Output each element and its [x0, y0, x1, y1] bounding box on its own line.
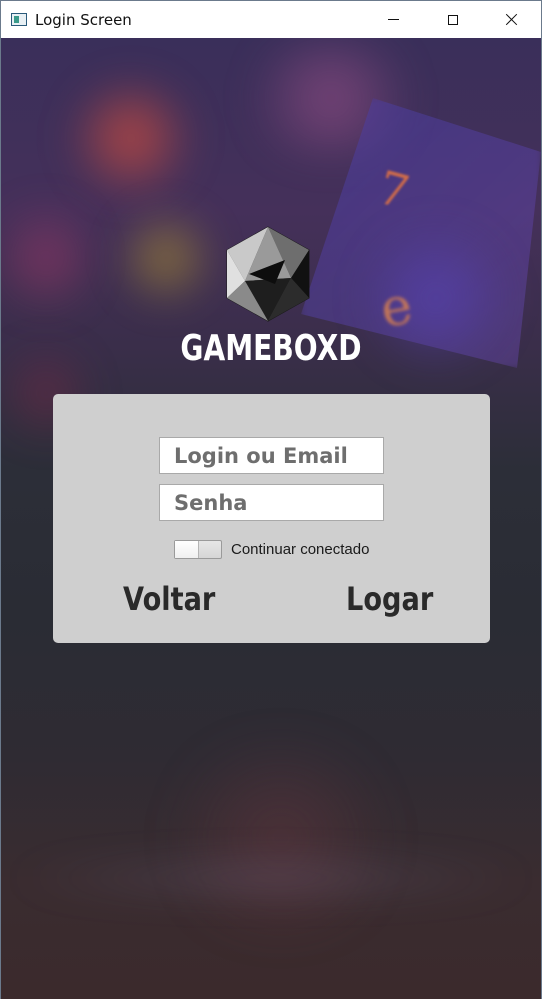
title-bar[interactable]: Login Screen	[1, 1, 541, 38]
remember-me-row: Continuar conectado	[174, 540, 369, 559]
close-icon	[505, 13, 518, 26]
minimize-icon	[388, 19, 399, 20]
login-screen: 7 e GAMEBOXD Continuar conectado	[1, 38, 541, 999]
password-input[interactable]	[159, 484, 384, 521]
app-window-icon	[11, 13, 27, 26]
back-button[interactable]: Voltar	[123, 580, 215, 618]
login-button[interactable]: Logar	[346, 580, 433, 618]
close-button[interactable]	[482, 1, 541, 38]
minimize-button[interactable]	[364, 1, 423, 38]
remember-me-toggle[interactable]	[174, 540, 222, 559]
d20-dice-icon	[226, 226, 310, 322]
maximize-icon	[447, 14, 458, 25]
brand-title: GAMEBOXD	[180, 328, 362, 369]
window-controls	[364, 1, 541, 38]
maximize-button[interactable]	[423, 1, 482, 38]
app-window: Login Screen 7 e GAMEBOXD Login ou Email…	[0, 0, 542, 999]
window-title: Login Screen	[35, 10, 132, 29]
toggle-knob	[175, 541, 199, 558]
remember-me-label[interactable]: Continuar conectado	[231, 541, 369, 558]
login-panel: Continuar conectado Voltar Logar	[53, 394, 490, 643]
login-email-input[interactable]	[159, 437, 384, 474]
